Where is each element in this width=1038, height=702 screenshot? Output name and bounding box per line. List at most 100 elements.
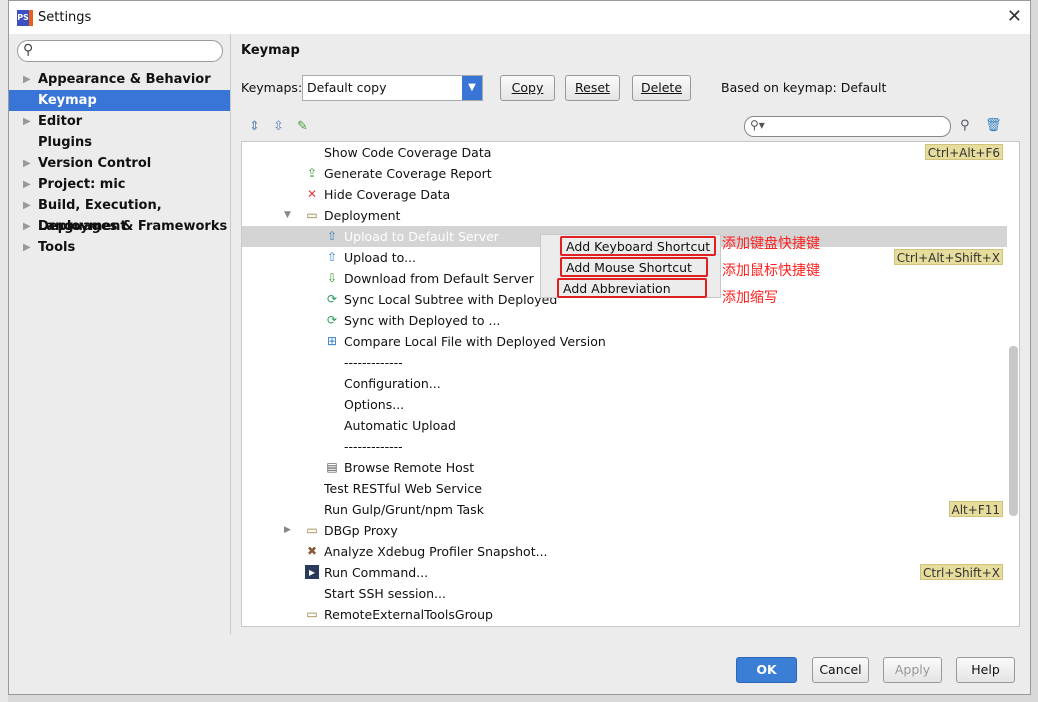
sidebar-item-languages-frameworks[interactable]: ▶ Languages & Frameworks: [9, 216, 230, 237]
tree-row[interactable]: -------------: [242, 352, 1007, 373]
tree-row-label: Deployment: [324, 208, 401, 223]
sidebar-item-label: Version Control: [38, 156, 152, 171]
tree-row-label: RemoteExternalToolsGroup: [324, 607, 493, 622]
sidebar-item-appearance-behavior[interactable]: ▶ Appearance & Behavior: [9, 69, 230, 90]
tree-row-label: Upload to...: [344, 250, 417, 265]
trash-icon[interactable]: 🗑: [985, 118, 1002, 133]
chevron-right-icon[interactable]: ▶: [23, 216, 31, 237]
vertical-scrollbar[interactable]: [1009, 346, 1018, 516]
shortcut-badge: Ctrl+Shift+X: [920, 564, 1003, 580]
folder-icon: ▭: [306, 523, 318, 537]
background-window: [0, 0, 8, 702]
tree-row-label: Start SSH session...: [324, 586, 446, 601]
tree-row[interactable]: Start SSH session...: [242, 583, 1007, 604]
upload-icon: ⇧: [326, 229, 338, 243]
tree-row[interactable]: ▶ ▭ DBGp Proxy: [242, 520, 1007, 541]
tree-row[interactable]: ⟳ Sync with Deployed to ...: [242, 310, 1007, 331]
tree-row[interactable]: ▼ ▭ Deployment: [242, 205, 1007, 226]
sidebar-item-keymap[interactable]: Keymap: [9, 90, 230, 111]
tree-row[interactable]: ⊞ Compare Local File with Deployed Versio…: [242, 331, 1007, 352]
copy-label: Copy: [511, 80, 544, 95]
close-icon[interactable]: ✕: [1007, 6, 1022, 27]
server-icon: ▤: [326, 460, 338, 474]
sidebar-item-label: Languages & Frameworks: [38, 219, 228, 234]
sidebar: ⚲ ▶ Appearance & Behavior Keymap ▶ Editor Plu…: [9, 34, 231, 634]
keymap-select[interactable]: Default copy ▼: [302, 75, 483, 101]
chevron-right-icon[interactable]: ▶: [23, 111, 31, 132]
collapse-all-icon[interactable]: ⇳: [273, 119, 284, 134]
terminal-icon: ▸: [305, 565, 319, 579]
chevron-down-icon[interactable]: ▼: [284, 205, 291, 226]
sidebar-item-version-control[interactable]: ▶ Version Control: [9, 153, 230, 174]
tree-row[interactable]: Automatic Upload: [242, 415, 1007, 436]
context-menu: Add Keyboard Shortcut Add Mouse Shortcut…: [540, 234, 721, 298]
tree-row[interactable]: ✕ Hide Coverage Data: [242, 184, 1007, 205]
based-on-text: Based on keymap: Default: [721, 80, 887, 95]
settings-dialog: PS Settings ✕ ⚲ ▶ Appearance & Behavior Ke…: [8, 0, 1031, 695]
chevron-right-icon[interactable]: ▶: [23, 174, 31, 195]
tree-row[interactable]: Show Code Coverage Data Ctrl+Alt+F6: [242, 142, 1007, 163]
chevron-right-icon[interactable]: ▶: [284, 520, 291, 541]
tree-row-label: Run Gulp/Grunt/npm Task: [324, 502, 484, 517]
tree-row[interactable]: Run Gulp/Grunt/npm Task Alt+F11: [242, 499, 1007, 520]
tree-row[interactable]: ✖ Analyze Xdebug Profiler Snapshot...: [242, 541, 1007, 562]
add-mouse-shortcut-item[interactable]: Add Mouse Shortcut: [560, 257, 708, 277]
tree-row-label: Sync Local Subtree with Deployed: [344, 292, 558, 307]
edit-pencil-icon[interactable]: ✎: [297, 119, 308, 134]
expand-all-icon[interactable]: ⇕: [249, 119, 260, 134]
add-abbreviation-item[interactable]: Add Abbreviation: [557, 278, 707, 298]
keymap-filter-input[interactable]: ⚲▾: [744, 116, 951, 137]
tree-row[interactable]: ▤ Browse Remote Host: [242, 457, 1007, 478]
actions-tree[interactable]: Show Code Coverage Data Ctrl+Alt+F6 ⇪ Gener…: [241, 141, 1020, 627]
sidebar-item-build-execution-deployment[interactable]: ▶ Build, Execution, Deployment: [9, 195, 230, 234]
sidebar-item-tools[interactable]: ▶ Tools: [9, 237, 230, 258]
keymaps-label: Keymaps:: [241, 80, 303, 95]
chevron-right-icon[interactable]: ▶: [23, 69, 31, 90]
tree-row-label: Automatic Upload: [344, 418, 456, 433]
download-icon: ⇩: [326, 271, 338, 285]
tree-row-label: Show Code Coverage Data: [324, 145, 492, 160]
sidebar-item-project-mic[interactable]: ▶ Project: mic: [9, 174, 230, 195]
copy-button[interactable]: Copy: [500, 75, 555, 101]
red-x-icon: ✕: [306, 187, 318, 201]
tree-row[interactable]: -------------: [242, 436, 1007, 457]
cancel-button[interactable]: Cancel: [812, 657, 869, 683]
sidebar-item-label: Project: mic: [38, 177, 126, 192]
tree-row[interactable]: ▸ Run Command... Ctrl+Shift+X: [242, 562, 1007, 583]
tree-row-label: -------------: [344, 355, 403, 370]
sidebar-item-plugins[interactable]: Plugins: [9, 132, 230, 153]
page-title: Keymap: [241, 43, 300, 58]
tree-row[interactable]: Test RESTful Web Service: [242, 478, 1007, 499]
find-shortcut-icon[interactable]: ⚲: [960, 118, 970, 133]
tree-row-label: Run Command...: [324, 565, 429, 580]
chevron-right-icon[interactable]: ▶: [23, 237, 31, 258]
shortcut-badge: Alt+F11: [948, 501, 1003, 517]
search-icon: ⚲▾: [750, 118, 765, 132]
tree-row[interactable]: ⇪ Generate Coverage Report: [242, 163, 1007, 184]
tree-row[interactable]: ▭ RemoteExternalToolsGroup: [242, 604, 1007, 625]
tree-row-label: Generate Coverage Report: [324, 166, 492, 181]
annotation-keyboard: 添加键盘快捷键: [722, 236, 820, 252]
chevron-down-icon[interactable]: ▼: [462, 76, 482, 100]
help-button[interactable]: Help: [956, 657, 1015, 683]
reset-button[interactable]: Reset: [565, 75, 620, 101]
tree-row-label: -------------: [344, 439, 403, 454]
add-keyboard-shortcut-item[interactable]: Add Keyboard Shortcut: [560, 236, 717, 256]
annotation-mouse: 添加鼠标快捷键: [722, 263, 820, 279]
delete-button[interactable]: Delete: [632, 75, 691, 101]
folder-icon: ▭: [306, 607, 318, 621]
tree-row-label: DBGp Proxy: [324, 523, 398, 538]
apply-button[interactable]: Apply: [883, 657, 942, 683]
ok-button[interactable]: OK: [736, 657, 797, 683]
sync-icon: ⟳: [326, 313, 338, 327]
xdebug-icon: ✖: [306, 544, 318, 558]
sidebar-item-editor[interactable]: ▶ Editor: [9, 111, 230, 132]
sidebar-item-label: Appearance & Behavior: [38, 72, 211, 87]
tree-row[interactable]: Configuration...: [242, 373, 1007, 394]
delete-label: Delete: [640, 80, 683, 95]
sidebar-search-input[interactable]: ⚲: [17, 40, 223, 62]
chevron-right-icon[interactable]: ▶: [23, 195, 31, 216]
chevron-right-icon[interactable]: ▶: [23, 153, 31, 174]
tree-row[interactable]: Options...: [242, 394, 1007, 415]
shortcut-badge: Ctrl+Alt+Shift+X: [893, 249, 1003, 265]
